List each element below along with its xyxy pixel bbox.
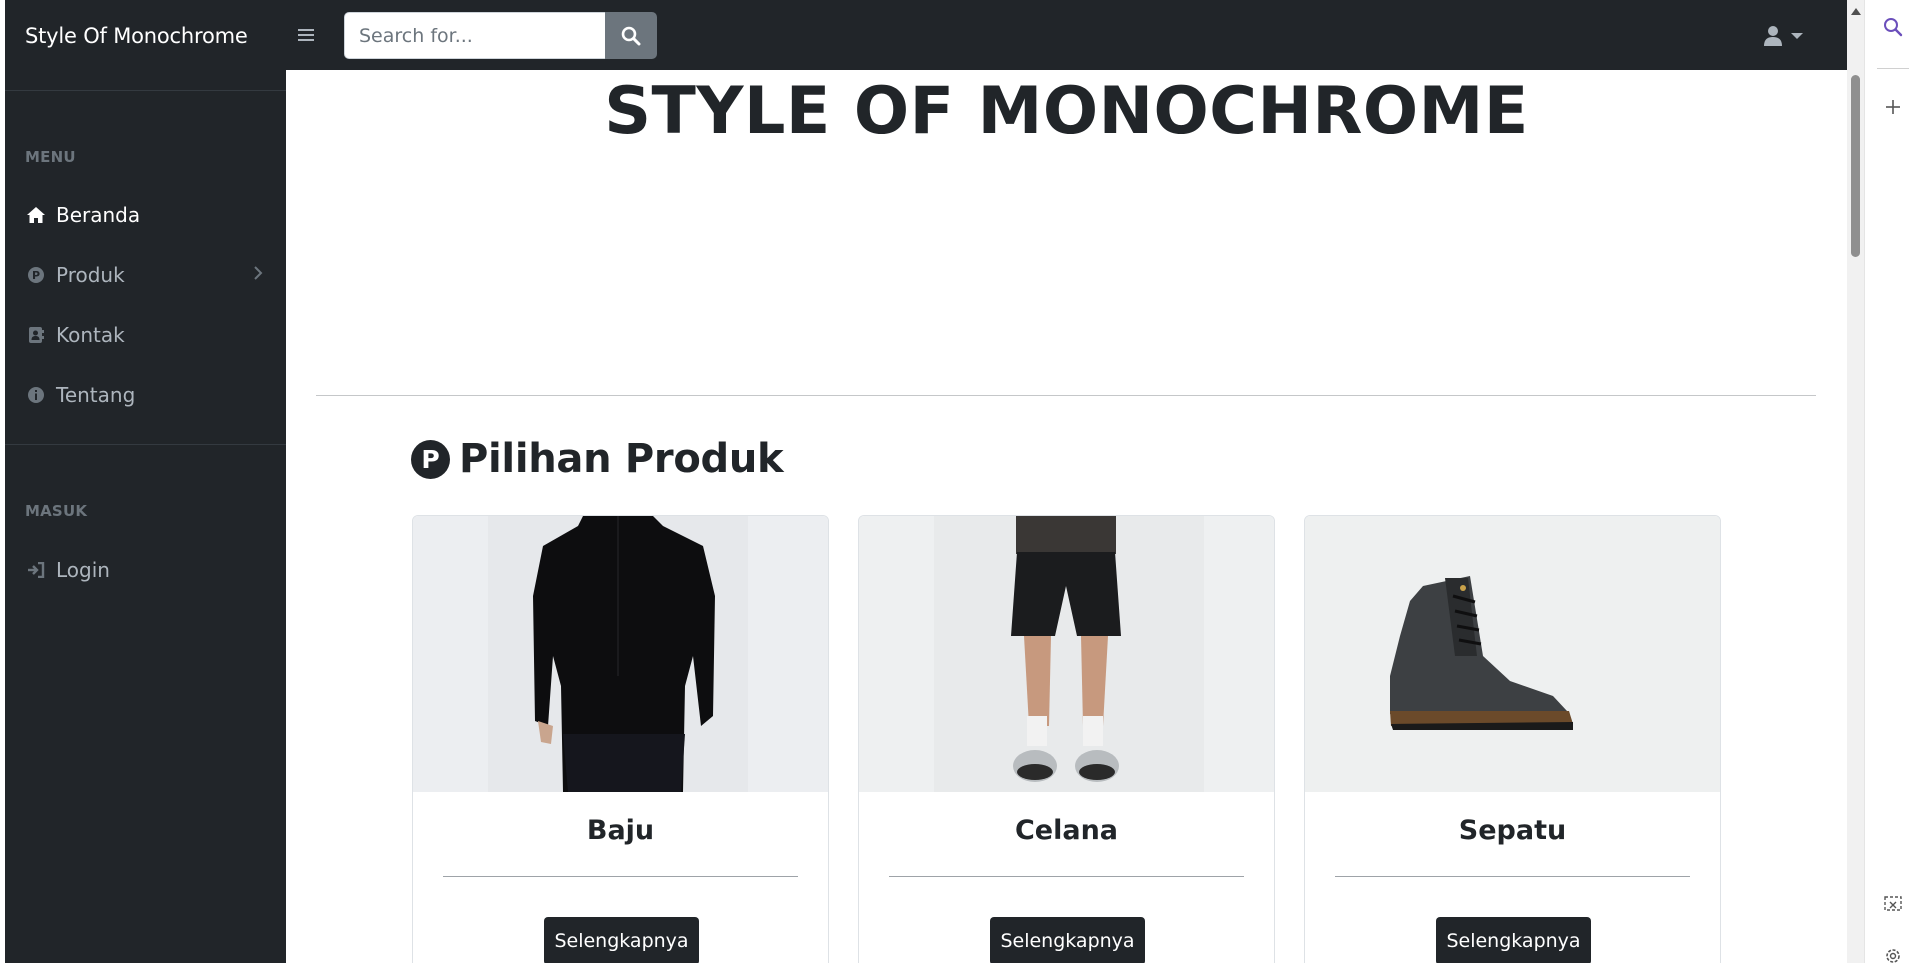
address-book-icon [25, 324, 47, 346]
details-button-celana[interactable]: Selengkapnya [990, 917, 1145, 963]
black-boot-photo[interactable] [1305, 516, 1720, 792]
product-card-baju: Baju Selengkapnya [412, 515, 829, 963]
settings-gear-icon[interactable] [1882, 945, 1904, 963]
details-button-baju[interactable]: Selengkapnya [544, 917, 699, 963]
user-icon [1764, 26, 1782, 46]
sidebar-item-label: Produk [56, 263, 125, 287]
sidebar-heading-menu: MENU [25, 148, 76, 166]
p-circle-icon: P [25, 264, 47, 286]
sidebar-item-kontak[interactable]: Kontak [25, 315, 275, 355]
black-shirt-photo[interactable] [413, 516, 828, 792]
product-name: Sepatu [1458, 815, 1567, 846]
sidebar-item-label: Kontak [56, 323, 125, 347]
browser-side-panel [1864, 0, 1919, 963]
search-form [344, 12, 657, 59]
search-icon[interactable] [1882, 16, 1904, 38]
screenshot-icon[interactable] [1882, 893, 1904, 915]
sidebar-divider [5, 444, 286, 445]
page-scrollbar[interactable] [1847, 0, 1864, 963]
section-divider [316, 395, 1816, 396]
plus-icon[interactable] [1882, 96, 1904, 118]
card-divider [889, 876, 1244, 877]
sidebar: MENU Beranda P Produk Kontak Tentang MAS… [5, 70, 286, 963]
product-card-sepatu: Sepatu Selengkapnya [1304, 515, 1721, 963]
section-title: Pilihan Produk [459, 436, 784, 482]
sidebar-divider [5, 90, 286, 91]
sidebar-toggle-icon[interactable] [295, 24, 317, 46]
card-divider [1335, 876, 1690, 877]
product-card-celana: Celana Selengkapnya [858, 515, 1275, 963]
caret-down-icon [1791, 33, 1803, 39]
search-icon [621, 26, 641, 45]
sidebar-item-login[interactable]: Login [25, 550, 275, 590]
product-name: Celana [1014, 815, 1119, 846]
hero-title: STYLE OF MONOCHROME [604, 74, 1529, 149]
card-divider [443, 876, 798, 877]
svg-text:P: P [32, 269, 40, 282]
info-circle-icon [25, 384, 47, 406]
home-icon [25, 204, 47, 226]
search-button[interactable] [605, 12, 657, 59]
details-button-sepatu[interactable]: Selengkapnya [1436, 917, 1591, 963]
user-dropdown[interactable] [1763, 22, 1813, 50]
search-input[interactable] [344, 12, 605, 59]
product-name: Baju [586, 815, 655, 846]
sidebar-heading-masuk: MASUK [25, 502, 88, 520]
scroll-up-arrow-icon[interactable] [1851, 8, 1861, 15]
p-circle-icon: P [411, 439, 450, 479]
chevron-right-icon [254, 266, 263, 280]
sign-in-icon [25, 559, 47, 581]
sidebar-item-produk[interactable]: P Produk [25, 255, 275, 295]
black-shorts-photo[interactable] [859, 516, 1274, 792]
brand-title[interactable]: Style Of Monochrome [25, 0, 248, 70]
scrollbar-thumb[interactable] [1851, 75, 1860, 257]
sidebar-item-tentang[interactable]: Tentang [25, 375, 275, 415]
top-navbar: Style Of Monochrome [5, 0, 1847, 70]
sidebar-item-label: Login [56, 558, 110, 582]
main-content: STYLE OF MONOCHROME P Pilihan Produk Baj… [286, 70, 1847, 963]
section-heading: P Pilihan Produk [411, 436, 784, 482]
side-panel-divider [1877, 68, 1909, 69]
sidebar-item-label: Tentang [56, 383, 136, 407]
sidebar-item-beranda[interactable]: Beranda [25, 195, 275, 235]
sidebar-item-label: Beranda [56, 203, 141, 227]
